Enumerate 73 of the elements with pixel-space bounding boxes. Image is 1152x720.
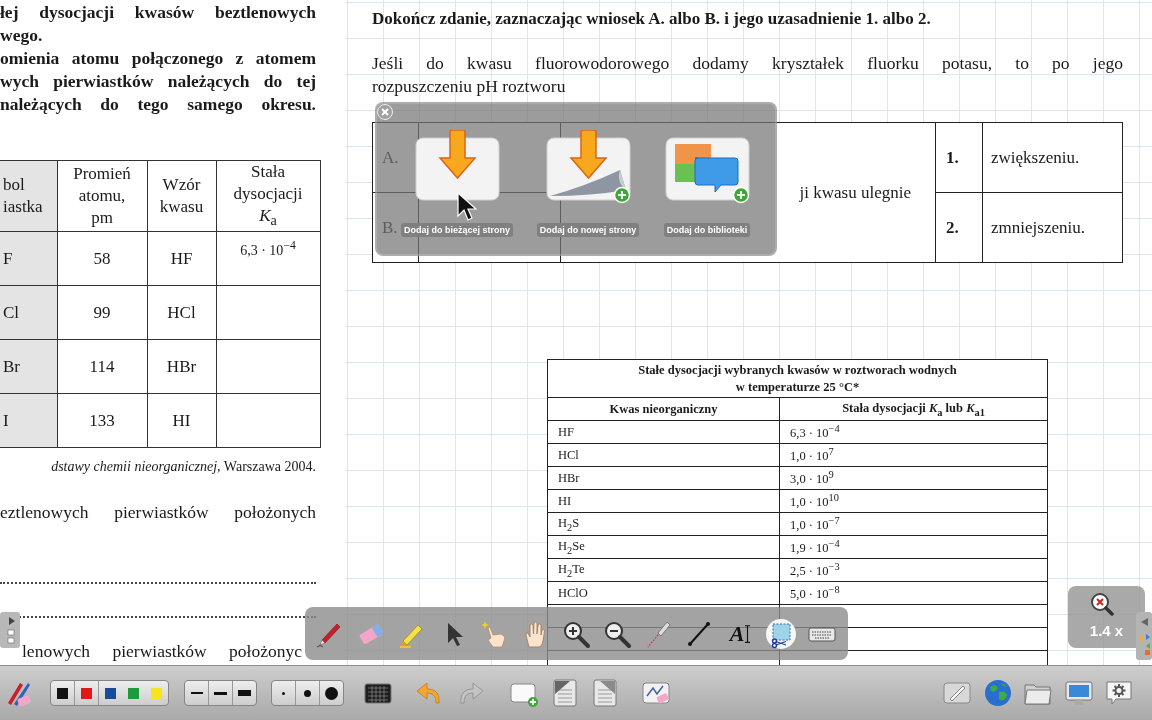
add-to-library-button[interactable]: Dodaj do biblioteki <box>655 130 759 237</box>
table-cell: 1,0 · 10$^{−7}$ <box>779 512 1048 536</box>
table-cell: 58 <box>57 231 147 286</box>
table-cell: 5,0 · 10$^{−8}$ <box>779 581 1048 605</box>
screen-capture-icon[interactable] <box>766 618 796 649</box>
table-cell: HCl <box>147 285 216 340</box>
table-cell: 1,0 · 10$^{10}$ <box>779 489 1048 513</box>
table-cell: HCl <box>547 443 780 467</box>
table-cell: HI <box>547 489 780 513</box>
question-text: lenowych pierwiastków położonyc <box>21 640 302 663</box>
dot-size-icon[interactable] <box>304 689 311 697</box>
table-header-cell: bol iastka <box>0 160 57 232</box>
table-cell: 6,3 · 10$^{−4}$ <box>216 231 320 286</box>
table-header-cell: Promień atomu, pm <box>57 160 147 232</box>
line-width-icon[interactable] <box>190 692 203 694</box>
table-header-cell: Stała dysocjacji K$_{a}$ <box>216 160 320 232</box>
dot-size-icon[interactable] <box>325 686 338 700</box>
table-header-cell: Stała dysocjacji K$_{a}$ lub K$_{a1}$ <box>779 397 1048 421</box>
line-width-icon[interactable] <box>214 691 227 695</box>
table-cell: H$_{2}$Te <box>547 558 780 582</box>
side-panel-handle[interactable] <box>1136 612 1152 660</box>
color-swatch-icon[interactable] <box>57 687 68 699</box>
table-cell: HF <box>147 231 216 286</box>
color-swatch-icon[interactable] <box>81 687 92 699</box>
table-cell: 2. <box>935 192 983 263</box>
table-header-cell: Kwas nieorganiczny <box>547 397 780 421</box>
table-cell: H$_{2}$S <box>547 512 780 536</box>
text-cursor-icon <box>745 623 751 644</box>
down-arrow-icon <box>414 130 500 204</box>
table-cell: zwiększeniu. <box>982 122 1123 193</box>
table-cell: HClO <box>547 581 780 605</box>
mouse-cursor-icon <box>457 192 477 222</box>
table-cell: 1,0 · 10$^{7}$ <box>779 443 1048 467</box>
instruction-text: Dokończ zdanie, zaznaczając wniosek A. albo B. i jego uzasadnienie 1. albo 2. <box>372 8 932 30</box>
color-swatch-icon[interactable] <box>105 687 116 699</box>
table-cell: 3,0 · 10$^{9}$ <box>779 466 1048 490</box>
source-note: dstawy chemii nieorganicznej, Warszawa 2004. <box>50 458 316 477</box>
table-cell: 114 <box>57 339 147 394</box>
table-cell: 6,3 · 10$^{−4}$ <box>779 420 1048 444</box>
table-cell: HF <box>547 420 780 444</box>
zoom-level-label: 1.4 x <box>1089 622 1124 640</box>
dot-size-icon[interactable] <box>282 691 285 695</box>
heading-text: łej dysocjacji kwasów beztlenowych wego. omienia atomu połączonego z atomem wych pierwiastków należących do tej należących do tego samego okresu. <box>0 1 316 116</box>
globe-icon[interactable] <box>982 678 1013 708</box>
color-swatch-icon[interactable] <box>151 687 162 699</box>
close-icon[interactable] <box>377 104 393 120</box>
table-cell: 1,9 · 10$^{−4}$ <box>779 535 1048 559</box>
color-swatch-icon[interactable] <box>128 687 139 699</box>
table-cell: HBr <box>147 339 216 394</box>
table-cell: zmniejszeniu. <box>982 192 1123 263</box>
sentence-fragment: ji kwasu ulegnie <box>799 182 911 202</box>
table-cell: 1. <box>935 122 983 193</box>
table-cell: 133 <box>57 393 147 448</box>
side-panel-handle[interactable] <box>0 612 20 648</box>
text-tool-button[interactable]: A <box>725 618 755 649</box>
table-cell: Br <box>0 339 57 394</box>
table-cell: 2,5 · 10$^{−3}$ <box>779 558 1048 582</box>
question-text: eztlenowych pierwiastków położonych <box>0 501 316 524</box>
table-cell: HI <box>147 393 216 448</box>
table-cell: Cl <box>0 285 57 340</box>
table-cell: H$_{2}$Se <box>547 535 780 559</box>
zoom-reset-icon[interactable] <box>1089 592 1114 616</box>
monitor-icon[interactable] <box>1063 678 1094 708</box>
table-cell: HBr <box>547 466 780 490</box>
page-icon[interactable] <box>590 678 620 708</box>
table-header-cell: Wzór kwasu <box>147 160 216 232</box>
table-cell: 99 <box>57 285 147 340</box>
table-cell: I <box>0 393 57 448</box>
page-icon[interactable] <box>550 678 580 708</box>
arrow-page-plus-icon <box>545 130 631 204</box>
table-cell: F <box>0 231 57 286</box>
question-text: Jeśli do kwasu fluorowodorowego dodamy kryształek fluorku potasu, to po jego rozpuszczeniu pH roztworu <box>372 52 1123 98</box>
add-to-new-page-button[interactable]: Dodaj do nowej strony <box>529 130 647 237</box>
